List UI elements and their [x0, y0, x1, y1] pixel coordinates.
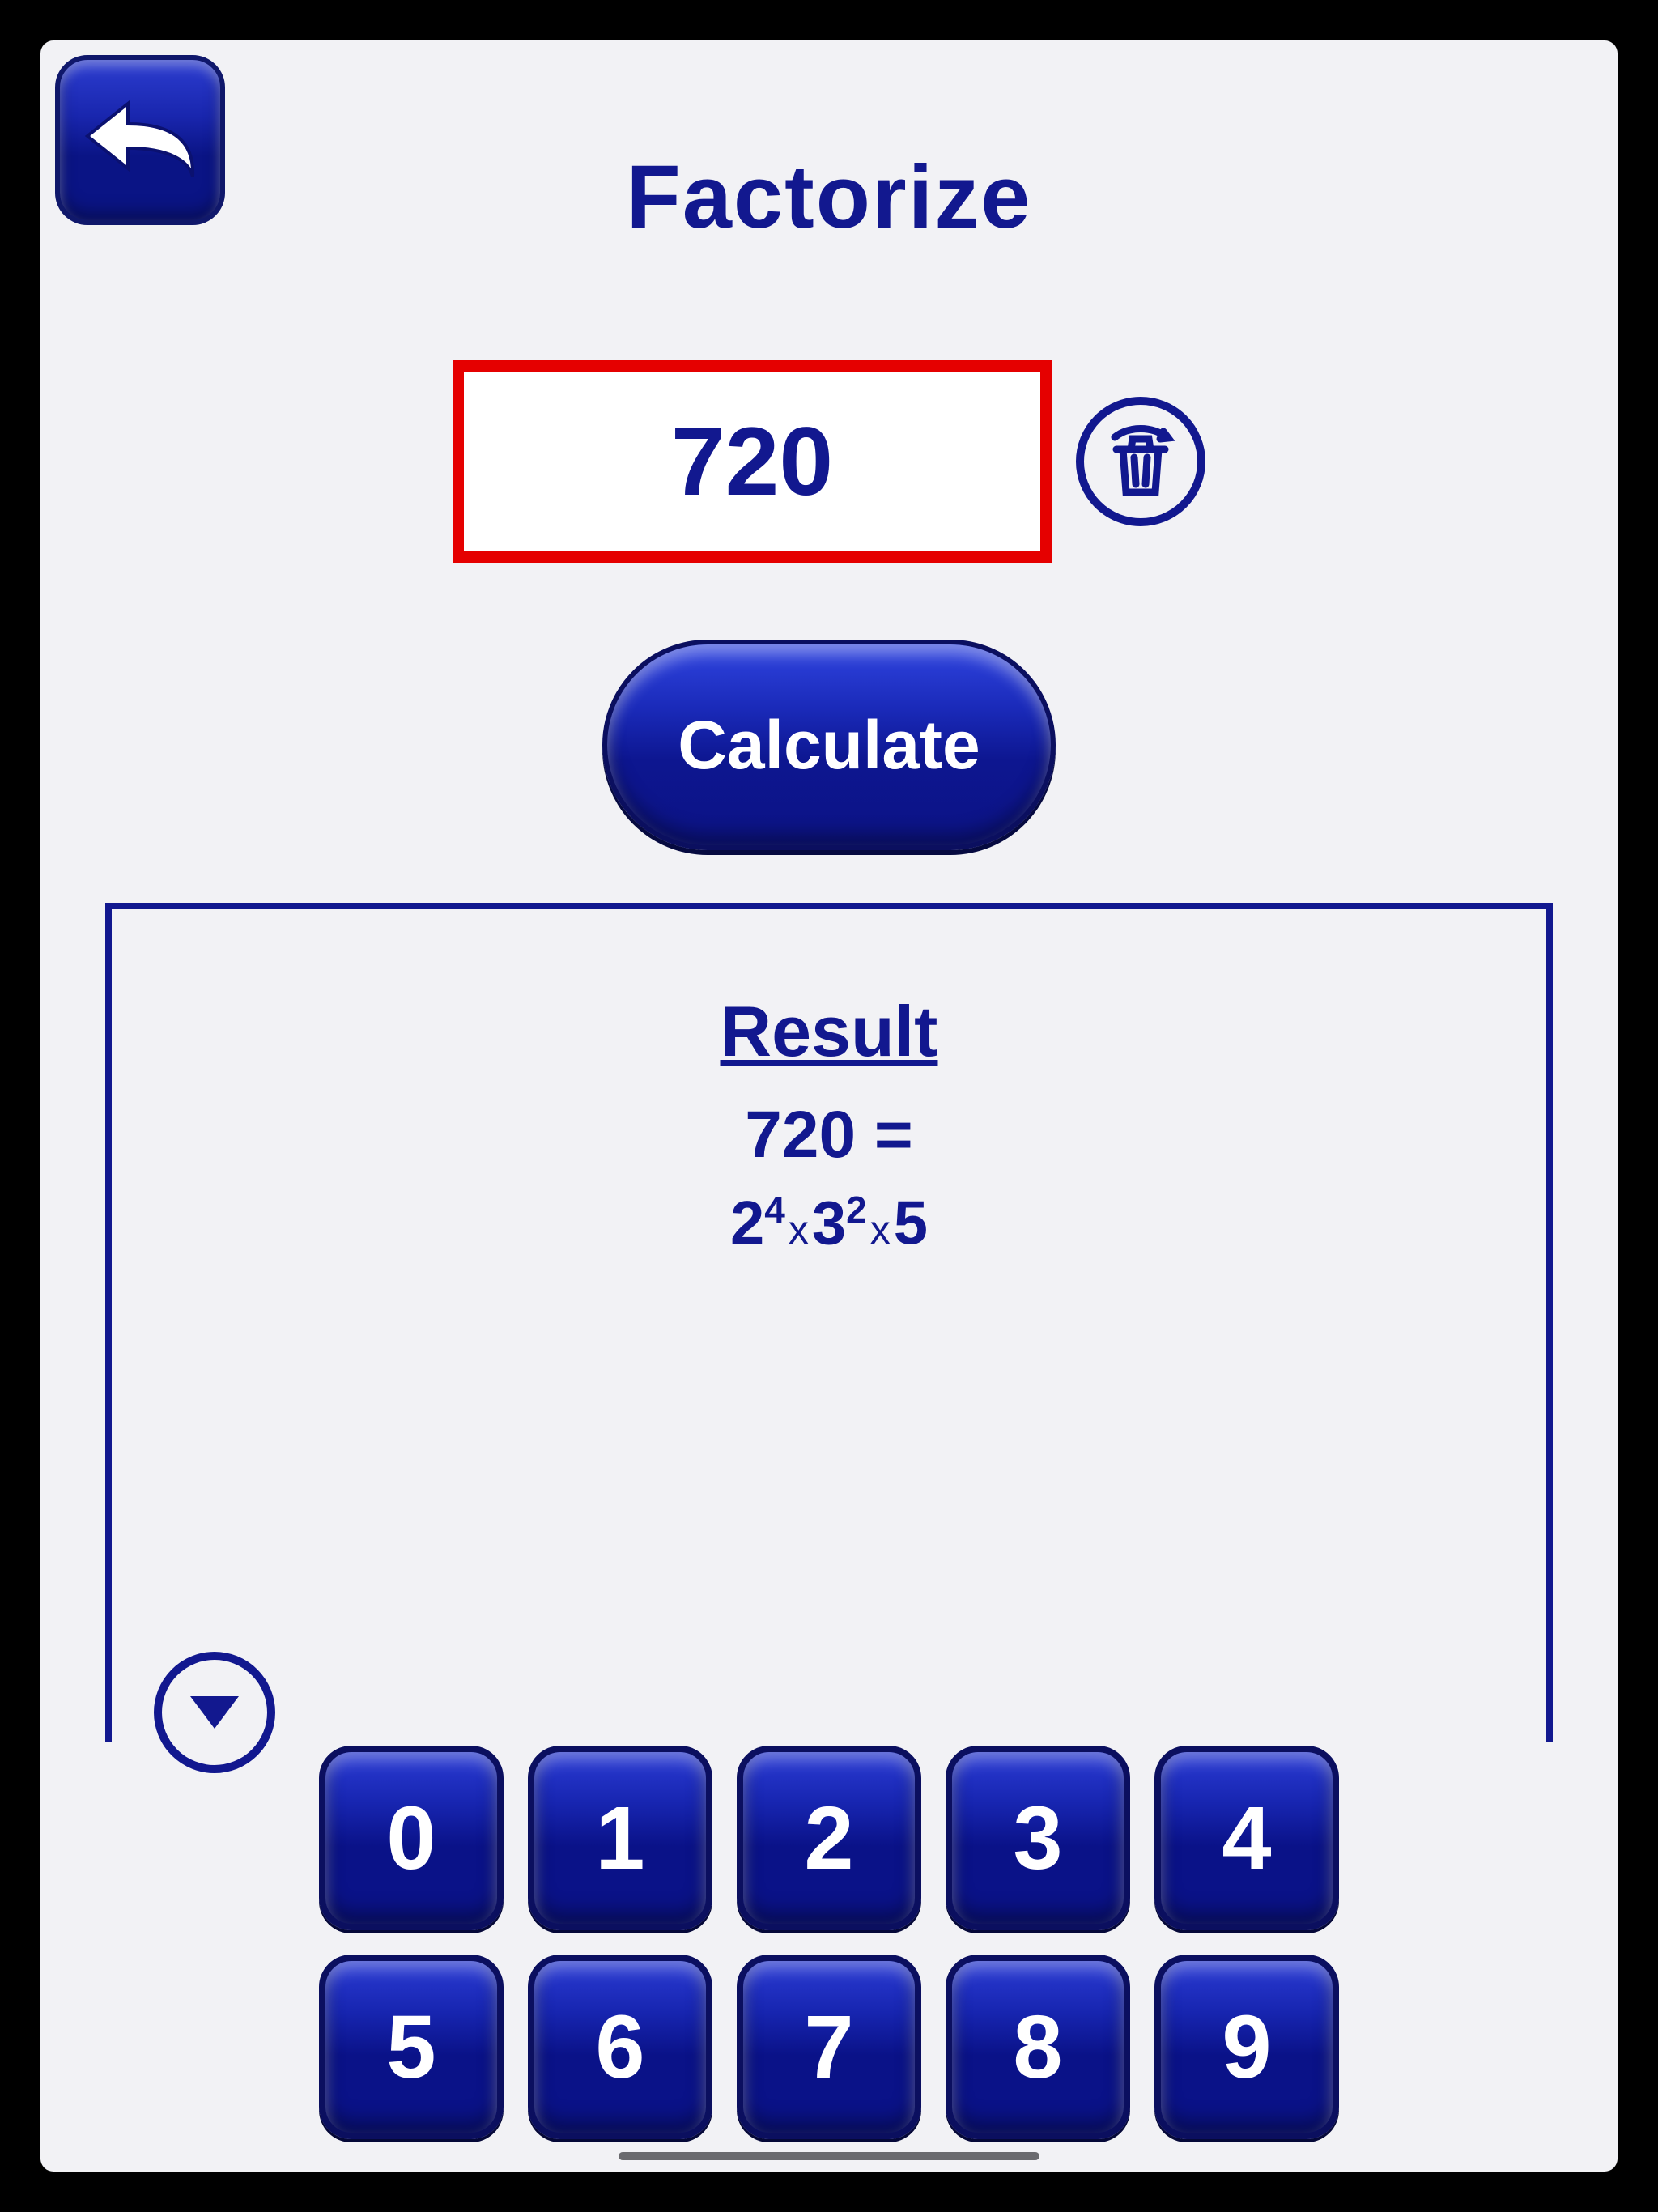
- result-factorization: 24x32x5: [112, 1188, 1546, 1258]
- factor-exponent: 4: [764, 1189, 785, 1231]
- key-3[interactable]: 3: [946, 1746, 1130, 1930]
- key-label: 8: [1013, 1996, 1062, 2099]
- result-heading: Result: [112, 990, 1546, 1073]
- key-7[interactable]: 7: [737, 1955, 921, 2139]
- app-screen: Factorize 720: [40, 40, 1618, 2172]
- factor-base: 3: [812, 1189, 846, 1257]
- clear-button[interactable]: [1076, 397, 1205, 526]
- numeric-keypad: 0 1 2 3 4 5 6 7 8 9: [40, 1746, 1618, 2139]
- page-title: Factorize: [40, 146, 1618, 249]
- keypad-row: 0 1 2 3 4: [319, 1746, 1339, 1930]
- key-label: 1: [595, 1787, 644, 1890]
- key-6[interactable]: 6: [528, 1955, 712, 2139]
- key-label: 7: [804, 1996, 853, 2099]
- key-2[interactable]: 2: [737, 1746, 921, 1930]
- key-label: 6: [595, 1996, 644, 2099]
- chevron-down-icon: [182, 1684, 247, 1741]
- device-frame: Factorize 720: [0, 0, 1658, 2212]
- key-9[interactable]: 9: [1154, 1955, 1339, 2139]
- factor-base: 5: [894, 1189, 928, 1257]
- key-label: 4: [1222, 1787, 1271, 1890]
- result-content: Result 720 = 24x32x5: [112, 909, 1546, 1258]
- key-1[interactable]: 1: [528, 1746, 712, 1930]
- trash-icon: [1100, 421, 1181, 502]
- key-label: 5: [386, 1996, 436, 2099]
- multiply-symbol: x: [870, 1207, 891, 1253]
- home-indicator: [619, 2152, 1039, 2160]
- key-label: 2: [804, 1787, 853, 1890]
- calculate-label: Calculate: [678, 706, 980, 785]
- number-input-value: 720: [671, 406, 833, 517]
- factor-exponent: 2: [846, 1189, 867, 1231]
- key-4[interactable]: 4: [1154, 1746, 1339, 1930]
- key-0[interactable]: 0: [319, 1746, 504, 1930]
- key-5[interactable]: 5: [319, 1955, 504, 2139]
- factor-base: 2: [730, 1189, 764, 1257]
- result-panel: Result 720 = 24x32x5: [105, 903, 1553, 1742]
- key-8[interactable]: 8: [946, 1955, 1130, 2139]
- multiply-symbol: x: [789, 1207, 809, 1253]
- keypad-row: 5 6 7 8 9: [319, 1955, 1339, 2139]
- input-row: 720: [40, 360, 1618, 563]
- calculate-button[interactable]: Calculate: [602, 640, 1056, 850]
- key-label: 0: [386, 1787, 436, 1890]
- result-equation: 720 =: [112, 1097, 1546, 1173]
- collapse-keypad-button[interactable]: [154, 1652, 275, 1773]
- number-input[interactable]: 720: [453, 360, 1052, 563]
- key-label: 9: [1222, 1996, 1271, 2099]
- key-label: 3: [1013, 1787, 1062, 1890]
